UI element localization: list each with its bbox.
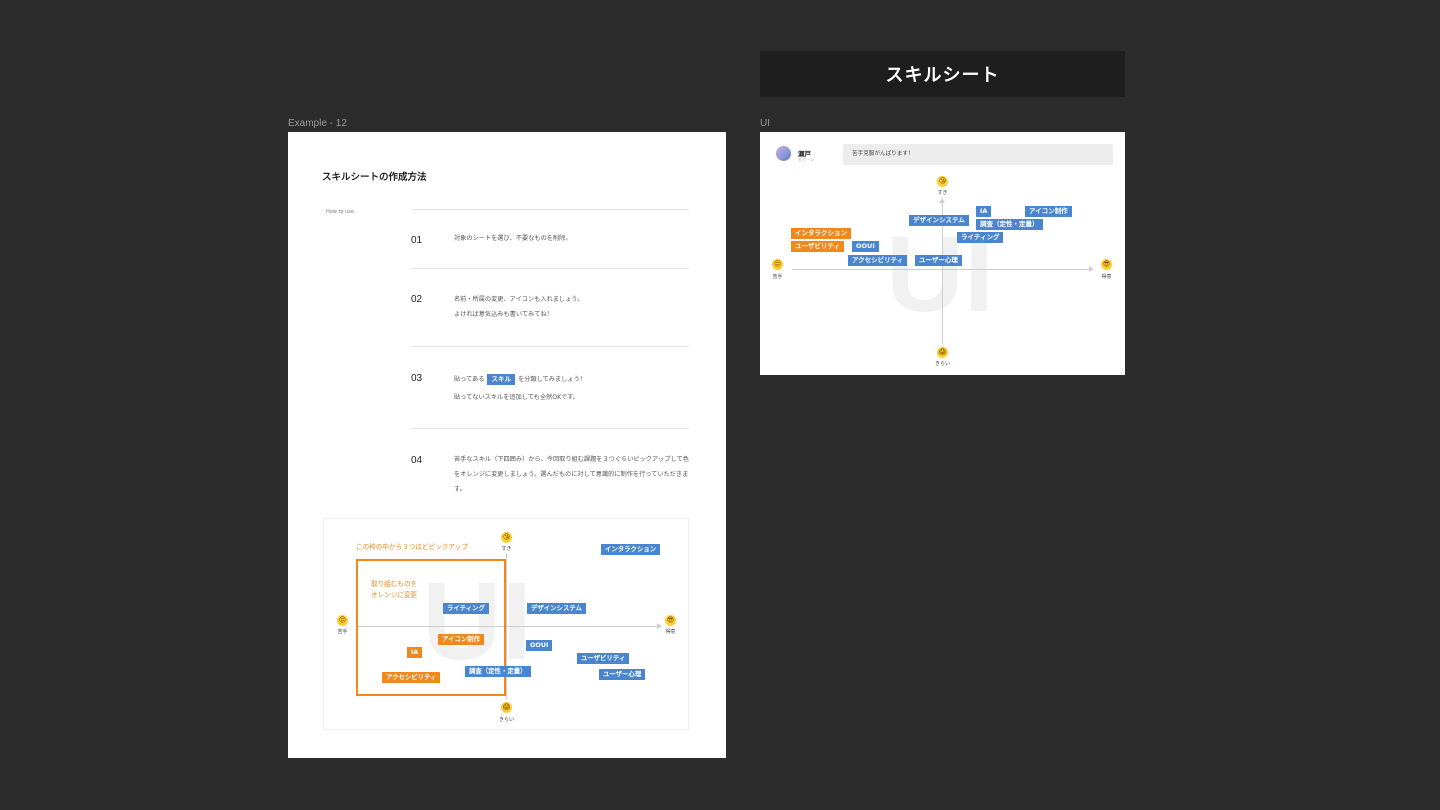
step-text-line: 貼ってないスキルを追加しても全然OKです。 bbox=[454, 394, 580, 401]
axis-label-left: 苦手 bbox=[772, 274, 783, 280]
step-text: 苦手なスキル（下四囲み）から、今回取り組む課題を３つぐらいピックアップして色をオ… bbox=[454, 456, 689, 493]
skill-tag-accessibility[interactable]: アクセシビリティ bbox=[848, 255, 908, 266]
axis-label-bottom: きらい bbox=[934, 361, 950, 367]
step-number: 04 bbox=[411, 455, 423, 466]
skill-tag-interaction[interactable]: インタラクション bbox=[791, 228, 851, 239]
step-text: 名前・所属の変更、アイコンも入れましょう。 よければ意気込みも書いてみてね！ bbox=[454, 292, 689, 322]
change-note-line: 取り組むものを bbox=[371, 580, 418, 588]
axis-label-top: すき bbox=[937, 190, 948, 196]
change-note: 取り組むものを オレンジに変更 bbox=[371, 579, 417, 601]
axis-label-top: すき bbox=[501, 546, 512, 552]
divider bbox=[411, 346, 689, 347]
howto-label: How to use bbox=[326, 209, 354, 215]
axis-label-right: 得意 bbox=[1101, 274, 1112, 280]
step-number: 01 bbox=[411, 235, 423, 246]
comment-bubble[interactable]: 苦手克服がんばります！ bbox=[843, 144, 1113, 165]
skill-tag-interaction[interactable]: インタラクション bbox=[601, 544, 661, 555]
step-text: 対象のシートを選び、不要なものを削除。 bbox=[454, 235, 572, 242]
example-frame[interactable]: スキルシートの作成方法 How to use 01 対象のシートを選び、不要なも… bbox=[288, 132, 726, 758]
skill-tag-icon[interactable]: アイコン制作 bbox=[438, 634, 485, 645]
ui-frame[interactable]: 瀬戸 せと・シ 苦手克服がんばります！ UI 😘 すき 😱 きらい 😔 苦手 😎… bbox=[760, 132, 1125, 375]
frame-label-ui[interactable]: UI bbox=[760, 118, 770, 129]
scream-face-icon: 😱 bbox=[937, 347, 948, 358]
divider bbox=[411, 209, 689, 210]
divider bbox=[411, 428, 689, 429]
skill-tag-writing[interactable]: ライティング bbox=[443, 603, 489, 614]
pensive-face-icon: 😔 bbox=[337, 615, 348, 626]
step-text-line: 名前・所属の変更、アイコンも入れましょう。 bbox=[454, 296, 584, 303]
step-text-line: よければ意気込みも書いてみてね！ bbox=[454, 311, 553, 318]
skill-tag-ooui[interactable]: OOUI bbox=[526, 640, 553, 651]
doc-title: スキルシートの作成方法 bbox=[322, 172, 427, 183]
sunglasses-face-icon: 😎 bbox=[665, 615, 676, 626]
pensive-face-icon: 😔 bbox=[772, 259, 783, 270]
skill-board-example[interactable]: UI 😘 すき 😱 きらい 😔 苦手 😎 得意 この枠の中から３つほどピックアッ… bbox=[323, 518, 689, 730]
x-axis-arrow bbox=[1089, 266, 1094, 272]
step-text-post: を分類してみましょう！ bbox=[517, 376, 586, 383]
divider bbox=[411, 268, 689, 269]
axis-label-left: 苦手 bbox=[337, 629, 348, 635]
skill-tag-accessibility[interactable]: アクセシビリティ bbox=[382, 672, 441, 683]
skill-tag-writing[interactable]: ライティング bbox=[957, 232, 1004, 243]
skill-tag-research[interactable]: 調査（定性・定量） bbox=[976, 219, 1043, 230]
skill-tag-design-system[interactable]: デザインシステム bbox=[527, 603, 586, 614]
axis-label-right: 得意 bbox=[665, 629, 676, 635]
sunglasses-face-icon: 😎 bbox=[1101, 259, 1112, 270]
skill-tag-ia[interactable]: IA bbox=[407, 647, 423, 658]
skill-tag-usability[interactable]: ユーザビリティ bbox=[791, 241, 844, 252]
frame-label-example[interactable]: Example - 12 bbox=[288, 118, 347, 129]
y-axis bbox=[506, 553, 507, 699]
step-text-pre: 貼ってある bbox=[454, 376, 485, 383]
skill-tag-design-system[interactable]: デザインシステム bbox=[909, 215, 969, 226]
kiss-face-icon: 😘 bbox=[501, 532, 512, 543]
skill-tag-research[interactable]: 調査（定性・定量） bbox=[465, 666, 531, 677]
scream-face-icon: 😱 bbox=[501, 702, 512, 713]
pick-caption: この枠の中から３つほどピックアップ bbox=[356, 543, 469, 551]
step-number: 02 bbox=[411, 294, 423, 305]
skill-tag-psychology[interactable]: ユーザー心理 bbox=[599, 669, 646, 680]
skill-tag-ia[interactable]: IA bbox=[976, 206, 992, 217]
step-text: 貼ってある スキル を分類してみましょう！ 貼ってないスキルを追加しても全然OKです… bbox=[454, 371, 689, 405]
skill-sheet-banner: スキルシート bbox=[760, 51, 1125, 97]
skill-tag-example: スキル bbox=[487, 373, 515, 385]
profile-subtitle: せと・シ bbox=[798, 157, 814, 162]
step-number: 03 bbox=[411, 373, 423, 384]
axis-label-bottom: きらい bbox=[498, 717, 514, 723]
step-text-line: 貼ってある スキル を分類してみましょう！ bbox=[454, 371, 689, 388]
kiss-face-icon: 😘 bbox=[937, 176, 948, 187]
skill-tag-ooui[interactable]: OOUI bbox=[852, 241, 879, 252]
avatar[interactable] bbox=[776, 146, 791, 161]
change-note-line: オレンジに変更 bbox=[371, 591, 418, 599]
skill-tag-icon[interactable]: アイコン制作 bbox=[1025, 206, 1072, 217]
skill-tag-psychology[interactable]: ユーザー心理 bbox=[915, 255, 962, 266]
y-axis-arrow bbox=[939, 198, 945, 203]
skill-tag-usability[interactable]: ユーザビリティ bbox=[577, 653, 630, 664]
